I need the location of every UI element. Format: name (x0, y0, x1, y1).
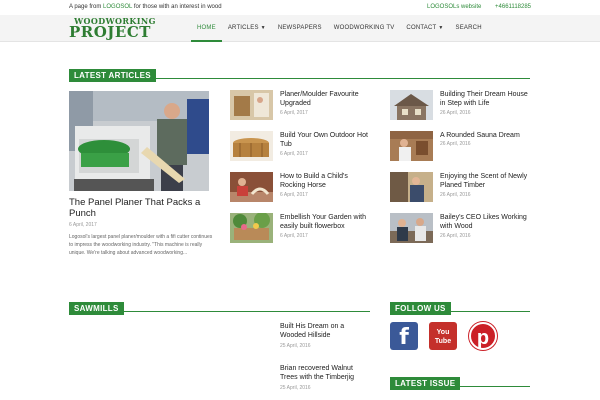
list-item[interactable]: Brian recovered Walnut Trees with the Ti… (280, 364, 372, 391)
facebook-icon[interactable]: f (390, 322, 418, 350)
chevron-down-icon: ▼ (438, 25, 444, 31)
youtube-text-2: Tube (434, 338, 452, 345)
top-bar: A page from LOGOSOL for those with an in… (0, 0, 600, 15)
site-header: WOODWORKING PROJECT HOME ARTICLES ▼ NEWSP… (0, 15, 600, 42)
article-date: 6 April, 2017 (280, 151, 308, 157)
tagline-prefix: A page from (69, 4, 104, 10)
article-thumbnail[interactable] (390, 172, 433, 202)
nav-newspapers[interactable]: NEWSPAPERS (272, 15, 328, 42)
article-title[interactable]: Enjoying the Scent of Newly Planed Timbe… (440, 172, 532, 190)
main-nav: HOME ARTICLES ▼ NEWSPAPERS WOODWORKING TV… (191, 15, 488, 42)
section-title: LATEST ISSUE (390, 377, 461, 390)
article-date: 25 April, 2016 (280, 343, 311, 349)
chevron-down-icon: ▼ (260, 25, 266, 31)
article-date: 6 April, 2017 (280, 233, 308, 239)
list-item[interactable]: Bailey's CEO Likes Working with Wood 26 … (390, 213, 532, 245)
nav-contact-label: CONTACT (406, 25, 437, 31)
tagline: A page from LOGOSOL for those with an in… (69, 4, 222, 10)
list-item[interactable]: Built His Dream on a Wooded Hillside 25 … (280, 322, 372, 349)
nav-search-label: SEARCH (455, 25, 482, 31)
list-item[interactable]: Enjoying the Scent of Newly Planed Timbe… (390, 172, 532, 204)
section-divider (390, 386, 530, 387)
facebook-glyph: f (399, 325, 409, 350)
youtube-text-1: You (436, 329, 450, 336)
section-divider (390, 311, 530, 312)
article-title[interactable]: Bailey's CEO Likes Working with Wood (440, 213, 532, 231)
list-item[interactable]: A Rounded Sauna Dream 26 April, 2016 (390, 131, 532, 163)
section-title: SAWMILLS (69, 302, 124, 315)
featured-article-date: 6 April, 2017 (69, 222, 97, 228)
article-date: 26 April, 2016 (440, 233, 471, 239)
list-item[interactable]: How to Build a Child's Rocking Horse 6 A… (230, 172, 372, 204)
featured-article-title[interactable]: The Panel Planer That Packs a Punch (69, 197, 214, 219)
list-item[interactable]: Building Their Dream House in Step with … (390, 90, 532, 122)
article-date: 25 April, 2016 (280, 385, 311, 391)
article-thumbnail[interactable] (230, 90, 273, 120)
latest-issue-header: LATEST ISSUE (390, 373, 530, 390)
article-date: 6 April, 2017 (280, 110, 308, 116)
phone-number[interactable]: +4661118285 (495, 4, 531, 10)
follow-us-header: FOLLOW US (390, 298, 530, 315)
nav-contact[interactable]: CONTACT ▼ (400, 15, 449, 42)
section-divider (69, 311, 370, 312)
article-title[interactable]: Planer/Moulder Favourite Upgraded (280, 90, 372, 108)
article-date: 26 April, 2016 (440, 192, 471, 198)
nav-home-label: HOME (197, 25, 216, 31)
featured-article-excerpt: Logosol's largest panel planer/moulder w… (69, 234, 213, 256)
nav-home[interactable]: HOME (191, 15, 222, 42)
article-thumbnail[interactable] (390, 90, 433, 120)
article-title[interactable]: Embellish Your Garden with easily built … (280, 213, 372, 231)
list-item[interactable]: Build Your Own Outdoor Hot Tub 6 April, … (230, 131, 372, 163)
article-date: 6 April, 2017 (280, 192, 308, 198)
nav-woodworking-tv-label: WOODWORKING TV (333, 25, 395, 31)
article-thumbnail[interactable] (230, 213, 273, 243)
article-title[interactable]: How to Build a Child's Rocking Horse (280, 172, 372, 190)
section-title: LATEST ARTICLES (69, 69, 156, 82)
article-title[interactable]: A Rounded Sauna Dream (440, 131, 532, 140)
article-thumbnail[interactable] (230, 172, 273, 202)
nav-newspapers-label: NEWSPAPERS (277, 25, 322, 31)
list-item[interactable]: Embellish Your Garden with easily built … (230, 213, 372, 245)
logosol-link[interactable]: LOGOSOL (103, 4, 132, 10)
section-title: FOLLOW US (390, 302, 451, 315)
list-item[interactable]: Planer/Moulder Favourite Upgraded 6 Apri… (230, 90, 372, 122)
article-thumbnail[interactable] (230, 131, 273, 161)
article-thumbnail[interactable] (390, 131, 433, 161)
pinterest-glyph: p (476, 327, 490, 349)
section-divider (69, 78, 530, 79)
logo-line-2: PROJECT (69, 23, 151, 41)
pinterest-icon[interactable]: p (469, 322, 497, 350)
nav-woodworking-tv[interactable]: WOODWORKING TV (328, 15, 401, 42)
logosol-website-link[interactable]: LOGOSOLs website (427, 4, 481, 10)
nav-search[interactable]: SEARCH (450, 15, 488, 42)
article-thumbnail[interactable] (390, 213, 433, 243)
youtube-icon[interactable]: You Tube (429, 322, 457, 350)
article-date: 26 April, 2016 (440, 141, 471, 147)
sawmills-header: SAWMILLS (69, 298, 370, 315)
article-title[interactable]: Brian recovered Walnut Trees with the Ti… (280, 364, 372, 382)
article-date: 26 April, 2016 (440, 110, 471, 116)
nav-articles-label: ARTICLES (227, 25, 259, 31)
article-title[interactable]: Built His Dream on a Wooded Hillside (280, 322, 372, 340)
article-title[interactable]: Build Your Own Outdoor Hot Tub (280, 131, 372, 149)
article-title[interactable]: Building Their Dream House in Step with … (440, 90, 532, 108)
tagline-suffix: for those with an interest in wood (132, 4, 222, 10)
latest-articles-header: LATEST ARTICLES (69, 65, 530, 82)
site-logo[interactable]: WOODWORKING PROJECT (69, 17, 161, 40)
featured-article-image[interactable] (69, 91, 209, 191)
nav-articles[interactable]: ARTICLES ▼ (222, 15, 272, 42)
